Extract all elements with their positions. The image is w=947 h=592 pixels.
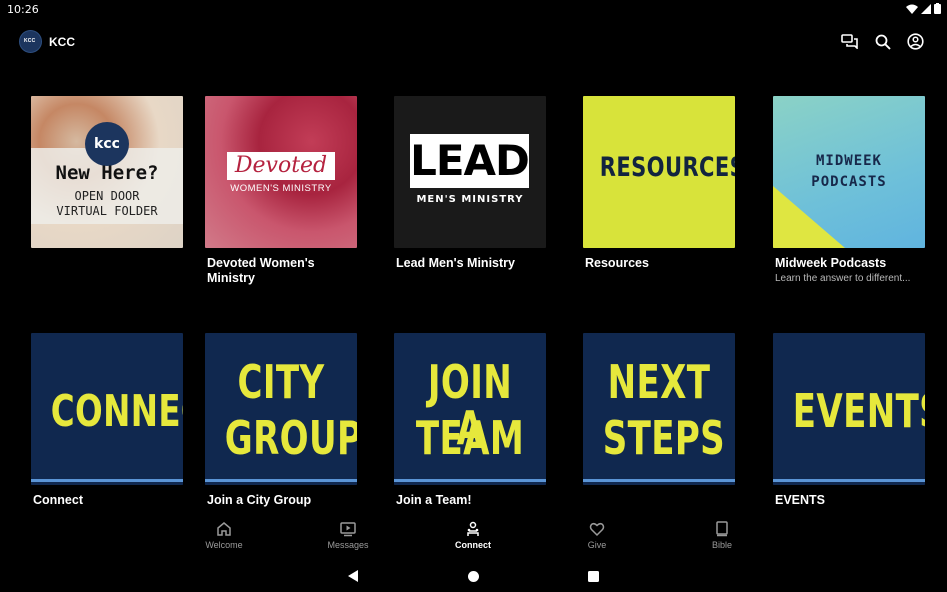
nav-messages[interactable]: Messages (308, 518, 388, 550)
tile-title: Join a City Group (207, 493, 312, 507)
city-group-art-line: GROUP (224, 411, 357, 465)
app-actions (840, 32, 925, 51)
tile-midweek-podcasts[interactable]: MIDWEEK PODCASTS Midweek Podcasts Learn … (773, 96, 925, 296)
midweek-art-line: MIDWEEK (815, 153, 882, 169)
app-bar: KCC KCC (0, 26, 947, 58)
home-icon (217, 522, 231, 536)
search-button[interactable] (873, 32, 892, 51)
tile-title: Join a Team! (396, 493, 472, 507)
nav-label: Messages (327, 540, 369, 550)
city-group-art-line: CITY (237, 355, 325, 409)
wifi-icon (906, 4, 918, 14)
recents-button[interactable] (583, 566, 603, 586)
signal-icon (921, 3, 931, 14)
battery-icon (934, 3, 941, 14)
new-here-art-line: OPEN DOOR (74, 189, 140, 203)
nav-connect[interactable]: Connect (433, 518, 513, 550)
status-icons (906, 3, 941, 14)
nav-give[interactable]: Give (557, 518, 637, 550)
tile-title: Midweek Podcasts (775, 256, 887, 270)
home-button[interactable] (463, 566, 483, 586)
events-thumbnail: EVENTS (773, 333, 925, 485)
tile-new-here[interactable]: kcc New Here? OPEN DOOR VIRTUAL FOLDER (31, 96, 183, 296)
system-navigation (0, 560, 947, 592)
status-bar: 10:26 (0, 0, 947, 20)
home-circle-icon (467, 570, 479, 582)
app-title: KCC (49, 35, 75, 49)
lead-art-line: MEN'S MINISTRY (416, 194, 524, 205)
account-icon (907, 33, 924, 50)
search-icon (875, 34, 891, 50)
new-here-thumbnail: kcc New Here? OPEN DOOR VIRTUAL FOLDER (31, 96, 183, 248)
tile-title: Devoted Women's Ministry (207, 256, 315, 285)
tile-resources[interactable]: RESOURCES Resources (583, 96, 735, 296)
devoted-art-heading: Devoted (234, 153, 328, 178)
nav-welcome[interactable]: Welcome (184, 518, 264, 550)
tile-title: Lead Men's Ministry (396, 256, 515, 270)
lead-thumbnail: LEAD MEN'S MINISTRY (394, 96, 546, 248)
app-logo-text: KCC (24, 38, 36, 44)
nav-bible[interactable]: Bible (682, 518, 762, 550)
resources-art-heading: RESOURCES (599, 152, 735, 183)
account-button[interactable] (906, 32, 925, 51)
join-team-art-line: TEAM (415, 411, 525, 465)
devoted-art-line: WOMEN'S MINISTRY (230, 183, 332, 194)
tile-title: EVENTS (775, 493, 826, 507)
tile-lead[interactable]: LEAD MEN'S MINISTRY Lead Men's Ministry (394, 96, 546, 296)
nav-label: Give (587, 540, 607, 550)
join-team-thumbnail: JOIN A TEAM (394, 333, 546, 485)
next-steps-thumbnail: NEXT STEPS (583, 333, 735, 485)
tile-title: Connect (33, 493, 83, 507)
recents-icon (587, 570, 599, 582)
tile-events[interactable]: EVENTS EVENTS (773, 333, 925, 513)
bottom-navigation: Welcome Messages Connect Give Bible (0, 518, 947, 558)
new-here-art-heading: New Here? (55, 162, 159, 184)
back-button[interactable] (343, 566, 363, 586)
nav-label: Connect (455, 540, 491, 550)
kcc-badge: kcc (85, 122, 129, 166)
nav-label: Bible (711, 540, 732, 550)
tile-subtitle: Learn the answer to different... (775, 273, 911, 284)
tile-city-group[interactable]: CITY GROUP Join a City Group (205, 333, 357, 513)
tile-join-a-team[interactable]: JOIN A TEAM Join a Team! (394, 333, 546, 513)
midweek-art-line: PODCASTS (811, 174, 887, 190)
back-icon (347, 570, 358, 582)
tile-title: Resources (585, 256, 649, 270)
nav-label: Welcome (205, 540, 243, 550)
tile-devoted[interactable]: Devoted WOMEN'S MINISTRY Devoted Women's… (205, 96, 357, 296)
tile-next-steps[interactable]: NEXT STEPS (583, 333, 735, 513)
connect-art-heading: CONNECT (50, 386, 183, 437)
devoted-thumbnail: Devoted WOMEN'S MINISTRY (205, 96, 357, 248)
city-group-thumbnail: CITY GROUP (205, 333, 357, 485)
people-icon (467, 521, 479, 536)
video-icon (340, 522, 356, 537)
next-steps-art-line: STEPS (602, 411, 726, 465)
resources-thumbnail: RESOURCES (583, 96, 735, 248)
book-icon (716, 521, 728, 537)
midweek-thumbnail: MIDWEEK PODCASTS (773, 96, 925, 248)
lead-art-heading: LEAD (410, 136, 530, 185)
events-art-heading: EVENTS (792, 384, 925, 438)
chat-icon (841, 34, 858, 49)
new-here-art-line: VIRTUAL FOLDER (56, 204, 158, 218)
status-time: 10:26 (7, 3, 39, 16)
app-logo[interactable]: KCC (19, 30, 42, 53)
heart-icon (589, 522, 605, 537)
chat-button[interactable] (840, 32, 859, 51)
connect-thumbnail: CONNECT (31, 333, 183, 485)
next-steps-art-line: NEXT (607, 355, 711, 409)
tile-connect[interactable]: CONNECT Connect (31, 333, 183, 513)
